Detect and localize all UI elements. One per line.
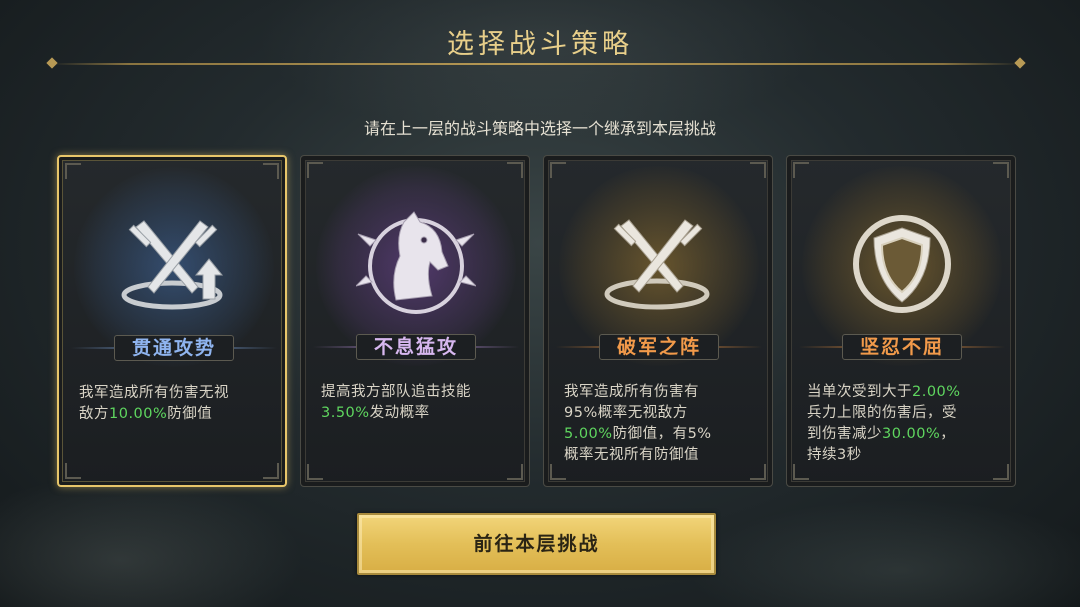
card-title-banner: 坚忍不屈 bbox=[799, 332, 1005, 362]
strategy-card-army-breaking-formation[interactable]: 破军之阵 我军造成所有伤害有 95%概率无视敌方 5.00%防御值，有5% 概率… bbox=[543, 155, 773, 487]
strategy-card-ceaseless-assault[interactable]: 不息猛攻 提高我方部队追击技能 3.50%发动概率 bbox=[300, 155, 530, 487]
card-title-banner: 贯通攻势 bbox=[71, 333, 277, 363]
title-divider bbox=[52, 63, 1020, 65]
card-title-banner: 不息猛攻 bbox=[313, 332, 519, 362]
page-title: 选择战斗策略 bbox=[447, 29, 633, 60]
card-description: 当单次受到大于2.00% 兵力上限的伤害后，受 到伤害减少30.00%， 持续3… bbox=[807, 384, 961, 463]
card-description: 我军造成所有伤害无视 敌方10.00%防御值 bbox=[79, 385, 229, 422]
card-title: 贯通攻势 bbox=[114, 335, 234, 361]
crossed-swords-up-arrow-icon bbox=[121, 220, 224, 310]
horse-head-crest-icon bbox=[356, 211, 476, 314]
strategy-card-penetrating-offensive[interactable]: 贯通攻势 我军造成所有伤害无视 敌方10.00%防御值 bbox=[57, 155, 287, 487]
shield-crest-icon bbox=[853, 215, 951, 313]
card-title: 坚忍不屈 bbox=[842, 334, 962, 360]
instruction-text: 请在上一层的战斗策略中选择一个继承到本层挑战 bbox=[363, 119, 716, 138]
card-title: 破军之阵 bbox=[599, 334, 719, 360]
card-description: 提高我方部队追击技能 3.50%发动概率 bbox=[321, 384, 471, 421]
card-title-banner: 破军之阵 bbox=[556, 332, 762, 362]
crossed-swords-ring-icon bbox=[604, 219, 710, 310]
strategy-card-unyielding[interactable]: 坚忍不屈 当单次受到大于2.00% 兵力上限的伤害后，受 到伤害减少30.00%… bbox=[786, 155, 1016, 487]
card-title: 不息猛攻 bbox=[356, 334, 476, 360]
go-to-challenge-button[interactable]: 前往本层挑战 bbox=[357, 513, 716, 575]
card-description: 我军造成所有伤害有 95%概率无视敌方 5.00%防御值，有5% 概率无视所有防… bbox=[564, 384, 712, 463]
